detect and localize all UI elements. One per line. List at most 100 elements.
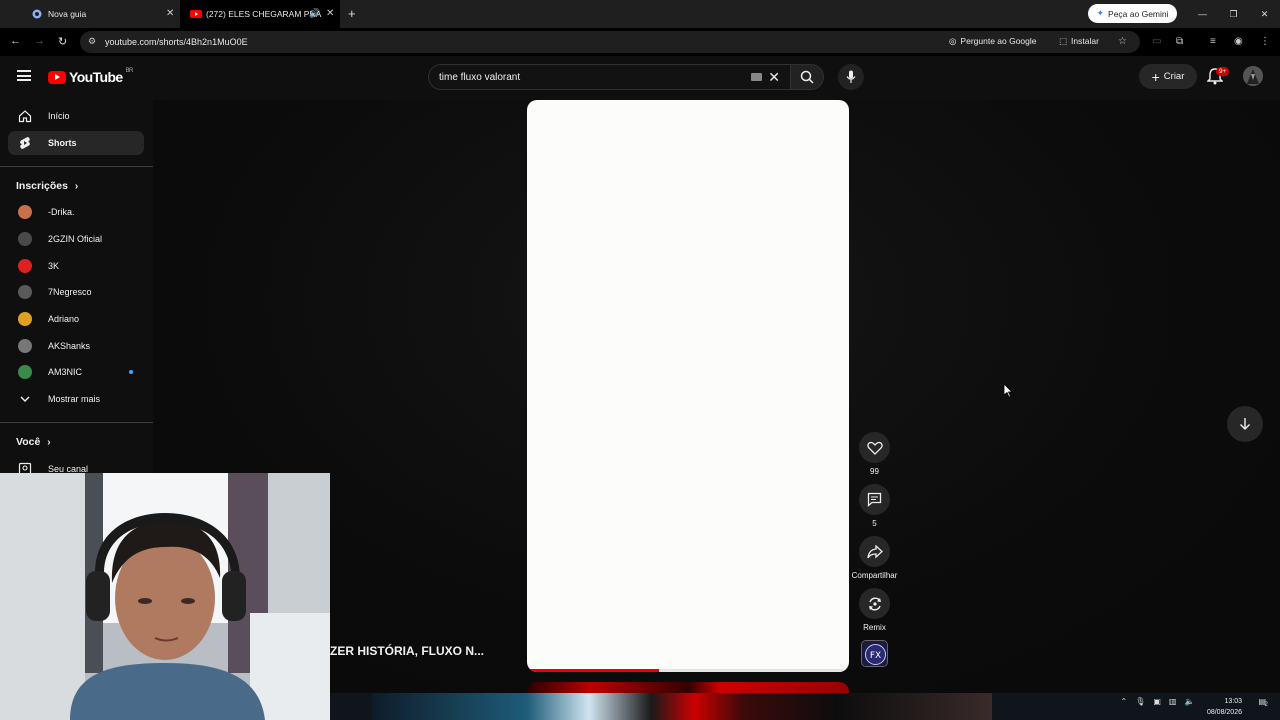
lens-icon: ◎ [949, 35, 957, 46]
subscription-item[interactable]: -Drika. [8, 200, 144, 224]
speaker-icon[interactable]: 🔊 [309, 8, 320, 19]
install-label: Instalar [1071, 36, 1099, 46]
mic-tray-icon[interactable]: 🎙 [1135, 697, 1145, 706]
channel-avatar [18, 285, 32, 299]
close-tab-icon[interactable]: ✕ [166, 8, 174, 19]
arrow-down-icon [1240, 418, 1250, 430]
you-header[interactable]: Você › [16, 436, 51, 448]
minimize-icon[interactable]: — [1187, 0, 1218, 28]
gemini-label: Peça ao Gemini [1108, 8, 1169, 19]
channel-name: 3K [48, 261, 60, 271]
subscription-item[interactable]: Adriano [8, 307, 144, 331]
subscription-item[interactable]: 7Negresco [8, 280, 144, 304]
subscriptions-header[interactable]: Inscrições › [16, 180, 78, 192]
next-short-button[interactable] [1227, 406, 1263, 442]
network-icon[interactable]: ▥ [1169, 697, 1177, 706]
media-icon[interactable]: ≡ [1210, 36, 1216, 47]
remix-label: Remix [863, 623, 886, 632]
webcam-feed-image [0, 473, 330, 720]
plus-icon: + [1151, 68, 1160, 85]
profile-icon[interactable]: ◉ [1234, 36, 1243, 47]
channel-avatar [18, 205, 32, 219]
new-content-dot [129, 370, 133, 374]
short-video-player[interactable] [527, 100, 849, 672]
channel-name: AM3NIC [48, 367, 83, 377]
restore-icon[interactable]: ❐ [1218, 0, 1249, 28]
channel-name: -Drika. [48, 207, 75, 217]
youtube-icon [190, 9, 202, 19]
channel-avatar [18, 339, 32, 353]
gemini-button[interactable]: ✦ Peça ao Gemini [1088, 4, 1177, 23]
remix-button[interactable] [859, 588, 890, 619]
star-icon[interactable]: ☆ [1118, 36, 1127, 47]
you-title: Você [16, 436, 41, 448]
subscription-item[interactable]: 2GZIN Oficial [8, 227, 144, 251]
channel-avatar-thumbnail[interactable]: FX [861, 640, 888, 667]
share-label: Compartilhar [851, 571, 898, 580]
hamburger-menu-icon[interactable] [17, 70, 31, 81]
window-controls: — ❐ ✕ [1187, 0, 1280, 28]
site-info-icon[interactable]: ⚙ [88, 36, 96, 47]
chevron-up-icon[interactable]: ⌃ [1120, 697, 1127, 706]
new-tab-icon[interactable]: + [348, 6, 356, 21]
comments-button[interactable] [859, 484, 890, 515]
heart-icon [866, 441, 883, 455]
search-value: time fluxo valorant [439, 71, 521, 83]
extensions-icon[interactable]: ⧉ [1176, 36, 1183, 47]
install-button[interactable]: ⬚ Instalar [1059, 33, 1099, 49]
short-title[interactable]: ZER HISTÓRIA, FLUXO N... [330, 644, 484, 658]
cast-icon[interactable]: ▭ [1152, 36, 1161, 47]
tab-youtube[interactable]: (272) ELES CHEGARAM PRA 🔊 ✕ [180, 0, 340, 28]
comment-icon [867, 492, 882, 507]
divider [0, 422, 153, 423]
channel-avatar [18, 312, 32, 326]
taskbar-clock[interactable]: 13:03 08/08/2026 [1196, 696, 1242, 718]
display-icon[interactable]: ▣ [1153, 697, 1161, 706]
menu-icon[interactable]: ⋮ [1260, 36, 1270, 47]
forward-icon[interactable]: → [34, 35, 45, 47]
microphone-icon [846, 70, 856, 83]
share-button[interactable] [859, 536, 890, 567]
svg-text:FX: FX [870, 651, 881, 661]
voice-search-button[interactable] [838, 64, 864, 90]
search-input[interactable]: time fluxo valorant ✕ [428, 64, 790, 90]
webcam-overlay [0, 473, 330, 720]
channel-avatar [18, 259, 32, 273]
tab-new-tab[interactable]: Nova guia ✕ [22, 0, 180, 28]
video-progress-bar[interactable] [527, 669, 849, 672]
channel-avatar [18, 365, 32, 379]
like-button[interactable] [859, 432, 890, 463]
search-button[interactable] [790, 64, 824, 90]
back-icon[interactable]: ← [10, 35, 21, 47]
show-more-button[interactable]: Mostrar mais [8, 387, 144, 411]
sidebar: Início Shorts Inscrições › -Drika. 2GZIN… [0, 100, 153, 476]
close-window-icon[interactable]: ✕ [1249, 0, 1280, 28]
logo-country: BR [125, 68, 134, 74]
notification-count: 2 [1264, 702, 1268, 708]
channel-name: Adriano [48, 314, 80, 324]
volume-icon[interactable]: 🔈 [1184, 697, 1194, 706]
chevron-down-icon [20, 396, 30, 402]
next-short-preview[interactable] [527, 682, 849, 693]
subscription-item[interactable]: 3K [8, 254, 144, 278]
notification-center-icon[interactable]: ▤ 2 [1258, 697, 1268, 708]
channel-name: 2GZIN Oficial [48, 234, 103, 244]
close-tab-icon[interactable]: ✕ [326, 8, 334, 19]
clear-search-icon[interactable]: ✕ [768, 69, 780, 86]
chrome-icon [32, 9, 42, 19]
logo-text: YouTube [69, 69, 123, 85]
ask-google-button[interactable]: ◎ Pergunte ao Google [949, 33, 1037, 49]
keyboard-icon[interactable] [751, 73, 762, 81]
reload-icon[interactable]: ↻ [58, 35, 67, 48]
comment-count: 5 [872, 519, 877, 528]
sidebar-item-shorts[interactable]: Shorts [8, 131, 144, 155]
youtube-logo[interactable]: YouTube BR [48, 68, 134, 85]
account-avatar[interactable] [1243, 66, 1263, 86]
subscription-item[interactable]: AKShanks [8, 334, 144, 358]
mouse-cursor-icon [1003, 383, 1013, 398]
create-button[interactable]: + Criar [1139, 64, 1197, 89]
install-icon: ⬚ [1059, 35, 1068, 46]
subscription-item[interactable]: AM3NIC [8, 360, 144, 384]
sidebar-item-home[interactable]: Início [8, 104, 144, 128]
home-icon [18, 110, 32, 123]
